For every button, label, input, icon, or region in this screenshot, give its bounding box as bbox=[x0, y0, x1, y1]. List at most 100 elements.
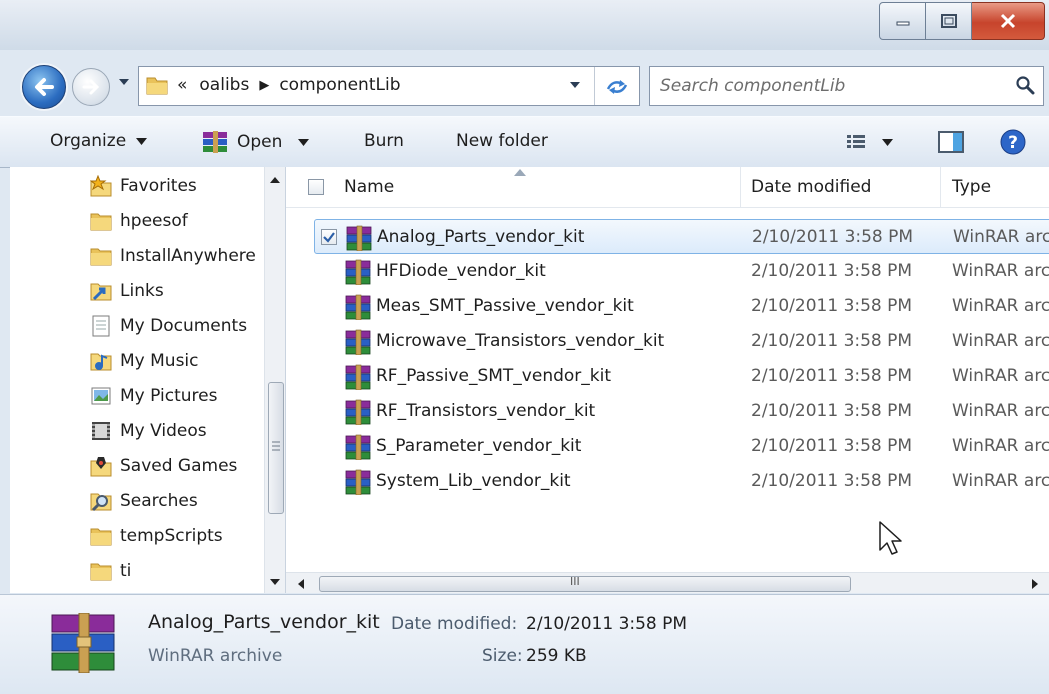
row-checkbox[interactable] bbox=[321, 229, 337, 245]
select-all-checkbox[interactable] bbox=[308, 179, 324, 195]
details-pane: Analog_Parts_vendor_kit WinRAR archive D… bbox=[0, 594, 1049, 694]
open-button[interactable]: Open bbox=[201, 131, 310, 153]
scroll-up-icon[interactable] bbox=[270, 177, 280, 183]
nav-item-label: hpeesof bbox=[120, 211, 188, 231]
breadcrumb: « oalibs ▶ componentLib bbox=[177, 75, 401, 95]
folder-icon bbox=[90, 525, 112, 547]
details-size-label: Size: bbox=[482, 646, 523, 666]
search-placeholder[interactable]: Search componentLib bbox=[660, 76, 845, 96]
file-horizontal-scrollbar[interactable]: III bbox=[286, 572, 1049, 593]
change-view-button[interactable] bbox=[846, 133, 893, 151]
organize-button[interactable]: Organize bbox=[50, 131, 148, 151]
recent-pages-dropdown-icon[interactable] bbox=[118, 78, 130, 86]
breadcrumb-overflow[interactable]: « bbox=[177, 75, 187, 95]
winrar-icon bbox=[203, 131, 227, 153]
searches-icon bbox=[90, 490, 112, 512]
nav-item-label: My Documents bbox=[120, 316, 248, 336]
file-name: Meas_SMT_Passive_vendor_kit bbox=[376, 296, 634, 316]
refresh-icon bbox=[606, 80, 628, 94]
file-name: Microwave_Transistors_vendor_kit bbox=[376, 331, 665, 351]
file-row[interactable]: System_Lib_vendor_kit 2/10/2011 3:58 PM Wi… bbox=[314, 464, 1049, 499]
file-type: WinRAR archive bbox=[952, 261, 1049, 281]
minimize-button[interactable] bbox=[879, 2, 926, 40]
nav-item-label: tempScripts bbox=[120, 526, 223, 546]
help-icon: ? bbox=[1000, 129, 1026, 155]
file-row[interactable]: S_Parameter_vendor_kit 2/10/2011 3:58 PM W… bbox=[314, 429, 1049, 464]
checkmark-icon bbox=[323, 232, 335, 243]
nav-item-searches[interactable]: Searches bbox=[90, 484, 256, 518]
column-type[interactable]: Type bbox=[952, 177, 991, 197]
new-folder-button[interactable]: New folder bbox=[456, 131, 548, 151]
winrar-icon bbox=[344, 329, 374, 360]
title-bar bbox=[0, 0, 1049, 50]
search-icon[interactable] bbox=[1015, 75, 1035, 95]
winrar-icon bbox=[345, 225, 375, 256]
file-row[interactable]: Microwave_Transistors_vendor_kit 2/10/201… bbox=[314, 324, 1049, 359]
explorer-window: « oalibs ▶ componentLib Search component… bbox=[0, 0, 1049, 694]
search-box[interactable]: Search componentLib bbox=[649, 66, 1044, 106]
column-date-modified[interactable]: Date modified bbox=[751, 177, 871, 197]
file-row[interactable]: Analog_Parts_vendor_kit 2/10/2011 3:58 PM… bbox=[314, 219, 1049, 254]
nav-scroll-thumb[interactable] bbox=[268, 382, 284, 514]
winrar-icon bbox=[344, 364, 374, 395]
maximize-button[interactable] bbox=[926, 2, 972, 40]
music-icon bbox=[90, 350, 112, 372]
nav-item-saved-games[interactable]: Saved Games bbox=[90, 449, 256, 483]
preview-pane-button[interactable] bbox=[938, 131, 964, 153]
scroll-right-icon[interactable] bbox=[1032, 579, 1038, 589]
address-dropdown-icon[interactable] bbox=[569, 81, 581, 89]
help-button[interactable]: ? bbox=[1000, 129, 1026, 155]
nav-item-ti[interactable]: ti bbox=[90, 554, 256, 588]
file-name: Analog_Parts_vendor_kit bbox=[377, 227, 585, 247]
nav-item-hpeesof[interactable]: hpeesof bbox=[90, 204, 256, 238]
burn-label: Burn bbox=[364, 131, 404, 151]
breadcrumb-item-oalibs[interactable]: oalibs bbox=[199, 75, 249, 95]
navigation-pane: Favorites hpeesof InstallAnywhere Links My D… bbox=[10, 167, 286, 593]
nav-item-installanywhere[interactable]: InstallAnywhere bbox=[90, 239, 256, 273]
details-file-type: WinRAR archive bbox=[148, 646, 283, 666]
nav-item-my-videos[interactable]: My Videos bbox=[90, 414, 256, 448]
nav-item-label: Links bbox=[120, 281, 164, 301]
nav-item-label: My Videos bbox=[120, 421, 207, 441]
nav-item-tempscripts[interactable]: tempScripts bbox=[90, 519, 256, 553]
file-row[interactable]: RF_Transistors_vendor_kit 2/10/2011 3:58 … bbox=[314, 394, 1049, 429]
nav-item-favorites[interactable]: Favorites bbox=[89, 169, 256, 203]
breadcrumb-item-componentlib[interactable]: componentLib bbox=[279, 75, 400, 95]
breadcrumb-separator-icon[interactable]: ▶ bbox=[259, 78, 269, 93]
nav-item-my-documents[interactable]: My Documents bbox=[90, 309, 256, 343]
file-row[interactable]: HFDiode_vendor_kit 2/10/2011 3:58 PM WinRA… bbox=[314, 254, 1049, 289]
file-row[interactable]: RF_Passive_SMT_vendor_kit 2/10/2011 3:58 … bbox=[314, 359, 1049, 394]
links-folder-icon bbox=[90, 280, 112, 302]
file-type: WinRAR archive bbox=[952, 401, 1049, 421]
nav-item-my-music[interactable]: My Music bbox=[90, 344, 256, 378]
back-button[interactable] bbox=[22, 65, 66, 109]
file-row[interactable]: Meas_SMT_Passive_vendor_kit 2/10/2011 3:5… bbox=[314, 289, 1049, 324]
nav-item-links[interactable]: Links bbox=[90, 274, 256, 308]
file-scroll-thumb[interactable]: III bbox=[319, 575, 851, 592]
refresh-button[interactable] bbox=[594, 67, 639, 105]
column-name[interactable]: Name bbox=[344, 177, 394, 197]
winrar-icon bbox=[344, 294, 374, 325]
new-folder-label: New folder bbox=[456, 131, 548, 151]
pictures-icon bbox=[90, 385, 112, 407]
forward-button[interactable] bbox=[72, 68, 110, 106]
close-button[interactable] bbox=[972, 2, 1045, 40]
scroll-down-icon[interactable] bbox=[270, 579, 280, 585]
preview-pane-icon bbox=[938, 131, 964, 153]
file-name: S_Parameter_vendor_kit bbox=[376, 436, 582, 456]
address-bar[interactable]: « oalibs ▶ componentLib bbox=[138, 66, 640, 106]
burn-button[interactable]: Burn bbox=[364, 131, 404, 151]
file-name: RF_Passive_SMT_vendor_kit bbox=[376, 366, 612, 386]
open-label: Open bbox=[237, 132, 283, 152]
scroll-left-icon[interactable] bbox=[298, 579, 304, 589]
file-name: System_Lib_vendor_kit bbox=[376, 471, 571, 491]
details-size-value: 259 KB bbox=[526, 646, 587, 666]
nav-item-my-pictures[interactable]: My Pictures bbox=[90, 379, 256, 413]
command-bar: Organize Open Burn New folder ? bbox=[0, 116, 1049, 168]
winrar-icon bbox=[344, 434, 374, 465]
file-date-modified: 2/10/2011 3:58 PM bbox=[751, 366, 913, 386]
star-folder-icon bbox=[89, 174, 112, 197]
file-name: RF_Transistors_vendor_kit bbox=[376, 401, 596, 421]
chevron-down-icon bbox=[298, 138, 310, 146]
nav-vertical-scrollbar[interactable] bbox=[264, 167, 285, 593]
